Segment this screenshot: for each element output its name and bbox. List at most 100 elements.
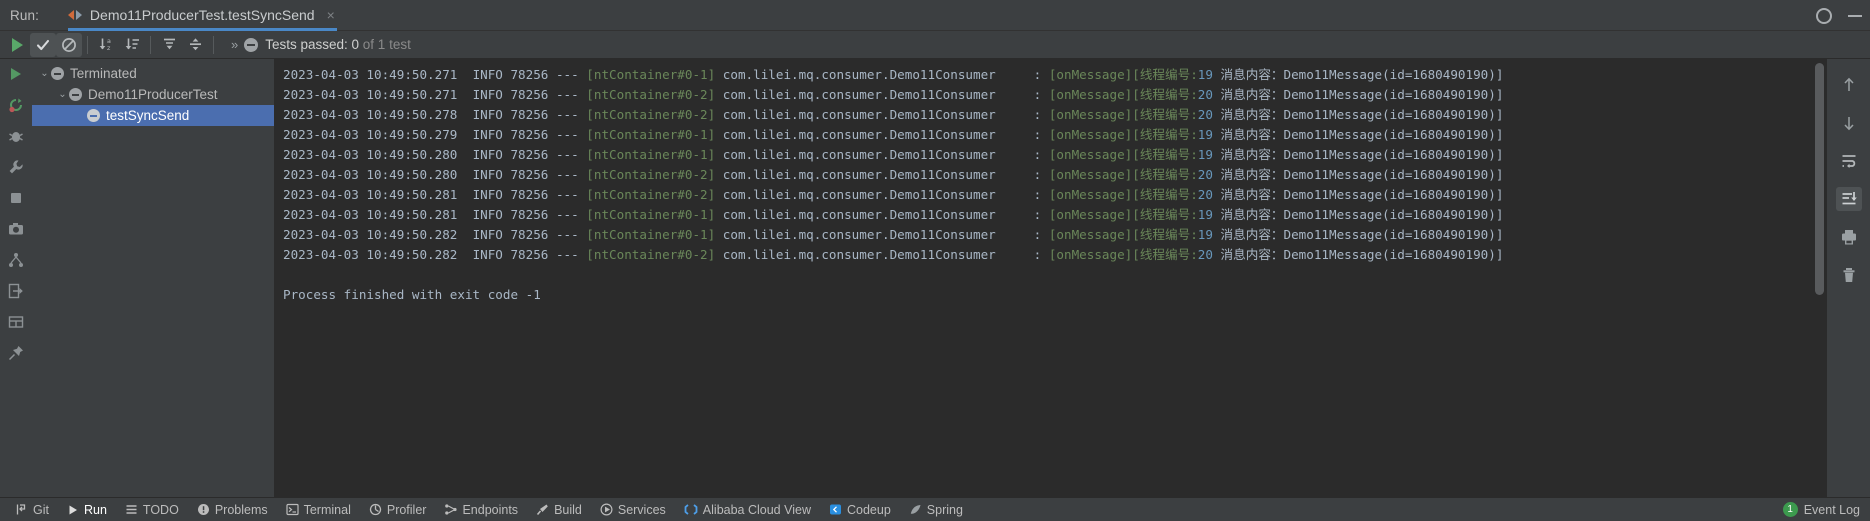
run-tool-window: Run: Demo11ProducerTest.testSyncSend × a…: [0, 0, 1870, 521]
statusbar-services[interactable]: Services: [591, 498, 675, 521]
tree-node-demo11producertest[interactable]: ⌄ Demo11ProducerTest: [32, 84, 274, 105]
printer-icon: [1841, 230, 1856, 245]
statusbar-todo[interactable]: TODO: [116, 498, 188, 521]
svg-text:z: z: [107, 44, 111, 52]
statusbar-git[interactable]: Git: [6, 498, 58, 521]
scroll-to-end-icon: [1842, 192, 1857, 205]
scroll-to-end-button[interactable]: [1835, 187, 1862, 211]
console-text: 2023-04-03 10:49:50.271 INFO 78256 --- […: [275, 59, 1808, 497]
log-level: INFO 78256 ---: [472, 207, 587, 222]
arrow-down-icon: [1843, 117, 1854, 131]
tests-passed-count: 0: [351, 37, 360, 52]
sort-by-duration-button[interactable]: [119, 33, 145, 57]
log-method: [onMessage]: [1048, 67, 1133, 82]
rail-pin-icon[interactable]: [7, 344, 25, 362]
log-payload: Demo11Message(id=1680490190)]: [1283, 167, 1504, 182]
log-level: INFO 78256 ---: [472, 87, 587, 102]
log-thread-tag: [线程编号:: [1132, 187, 1198, 202]
rail-layout-icon[interactable]: [7, 313, 25, 331]
toolbar-separator: [213, 35, 214, 54]
rail-threads-icon[interactable]: [7, 251, 25, 269]
rail-import-icon[interactable]: [7, 282, 25, 300]
show-ignored-toggle[interactable]: [56, 32, 82, 57]
log-thread-number: 20: [1197, 87, 1213, 102]
log-payload: Demo11Message(id=1680490190)]: [1283, 107, 1504, 122]
log-body-label: 消息内容：: [1212, 187, 1284, 202]
log-body-label: 消息内容：: [1212, 147, 1284, 162]
statusbar-event-log[interactable]: 1 Event Log: [1782, 502, 1860, 517]
sort-alphabetically-button[interactable]: a z: [93, 33, 119, 57]
expand-all-button[interactable]: [156, 33, 182, 57]
statusbar-label: Build: [554, 502, 582, 517]
log-method: [onMessage]: [1048, 227, 1133, 242]
statusbar-codeup[interactable]: Codeup: [820, 498, 900, 521]
rail-camera-icon[interactable]: [7, 220, 25, 238]
arrow-up-icon: [1843, 77, 1854, 91]
log-separator: :: [1033, 147, 1049, 162]
rerun-tests-button[interactable]: [4, 33, 30, 57]
rail-stop-square-icon[interactable]: [7, 189, 25, 207]
log-thread: [ntContainer#0-2]: [586, 247, 723, 262]
statusbar-problems[interactable]: Problems: [188, 498, 277, 521]
statusbar-spring[interactable]: Spring: [900, 498, 972, 521]
chevron-down-icon[interactable]: ⌄: [38, 68, 51, 79]
log-method: [onMessage]: [1048, 187, 1133, 202]
show-passed-toggle[interactable]: [30, 32, 56, 57]
gear-icon[interactable]: [1816, 7, 1832, 24]
log-payload: Demo11Message(id=1680490190)]: [1283, 247, 1504, 262]
collapse-all-button[interactable]: [182, 33, 208, 57]
log-thread: [ntContainer#0-2]: [586, 107, 723, 122]
rail-rerun-failed-icon[interactable]: [7, 96, 25, 114]
terminated-icon: [51, 67, 64, 80]
tree-node-terminated[interactable]: ⌄ Terminated: [32, 63, 274, 84]
log-separator: :: [1033, 167, 1049, 182]
log-body-label: 消息内容：: [1212, 127, 1284, 142]
soft-wrap-button[interactable]: [1836, 149, 1862, 173]
tree-node-testsyncsend[interactable]: testSyncSend: [32, 105, 274, 126]
console-scrollbar[interactable]: [1815, 63, 1824, 493]
minimize-icon[interactable]: [1848, 14, 1862, 17]
rail-wrench-icon[interactable]: [7, 158, 25, 176]
statusbar-run[interactable]: Run: [58, 498, 116, 521]
play-icon: [11, 37, 23, 52]
statusbar-profiler[interactable]: Profiler: [360, 498, 436, 521]
log-body-label: 消息内容：: [1212, 67, 1284, 82]
services-icon: [600, 503, 613, 516]
event-log-label: Event Log: [1803, 502, 1860, 517]
close-icon[interactable]: ×: [327, 7, 335, 23]
scroll-down-button[interactable]: [1836, 111, 1862, 135]
tests-passed-status: Tests passed: 0 of 1 test: [265, 37, 411, 52]
run-window-body: ⌄ Terminated ⌄ Demo11ProducerTest testSy…: [0, 59, 1870, 497]
tree-node-label: Demo11ProducerTest: [88, 87, 218, 102]
rail-rerun-icon[interactable]: [7, 65, 25, 83]
log-timestamp: 2023-04-03 10:49:50.281: [283, 207, 473, 222]
rail-bug-icon[interactable]: [7, 127, 25, 145]
log-level: INFO 78256 ---: [472, 187, 587, 202]
statusbar-terminal[interactable]: Terminal: [277, 498, 360, 521]
log-separator: :: [1033, 67, 1049, 82]
statusbar-endpoints[interactable]: Endpoints: [435, 498, 527, 521]
tab-demo11producertest-testsyncsend[interactable]: Demo11ProducerTest.testSyncSend ×: [62, 0, 345, 31]
statusbar-label: Run: [83, 502, 107, 517]
statusbar-label: Endpoints: [462, 502, 519, 517]
print-button[interactable]: [1836, 225, 1862, 249]
run-actions-rail: [0, 59, 32, 497]
tests-passed-prefix: Tests passed:: [265, 37, 352, 52]
clear-all-button[interactable]: [1836, 263, 1862, 287]
scroll-up-button[interactable]: [1836, 73, 1862, 97]
log-thread: [ntContainer#0-2]: [586, 167, 723, 182]
test-tree[interactable]: ⌄ Terminated ⌄ Demo11ProducerTest testSy…: [32, 59, 275, 497]
console-output-panel[interactable]: 2023-04-03 10:49:50.271 INFO 78256 --- […: [275, 59, 1826, 497]
statusbar-alibaba-cloud-view[interactable]: Alibaba Cloud View: [675, 498, 820, 521]
log-logger: com.lilei.mq.consumer.Demo11Consumer: [722, 147, 1034, 162]
chevron-down-icon[interactable]: ⌄: [56, 89, 69, 100]
tests-total-suffix: of 1 test: [359, 37, 411, 52]
log-thread: [ntContainer#0-1]: [586, 147, 723, 162]
log-thread-tag: [线程编号:: [1132, 107, 1198, 122]
overflow-chevron-icon[interactable]: »: [231, 37, 238, 52]
test-status: » Tests passed: 0 of 1 test: [231, 37, 411, 52]
soft-wrap-icon: [1842, 155, 1855, 168]
statusbar-build[interactable]: Build: [527, 498, 591, 521]
scrollbar-thumb[interactable]: [1815, 63, 1824, 296]
log-body-label: 消息内容：: [1212, 107, 1284, 122]
